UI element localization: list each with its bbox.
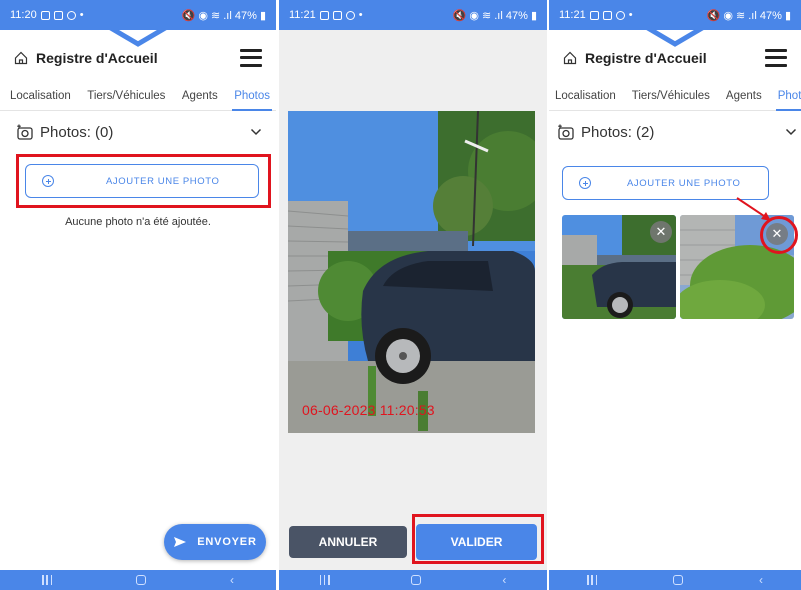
tab-photos[interactable]: Photos: [775, 85, 801, 111]
recents-icon[interactable]: [587, 575, 597, 585]
plus-circle-icon: [579, 177, 591, 189]
hamburger-menu-icon[interactable]: [765, 48, 787, 67]
close-icon[interactable]: ✕: [650, 221, 672, 243]
recents-icon[interactable]: [319, 575, 330, 585]
tab-localisation[interactable]: Localisation: [10, 85, 71, 110]
notification-icon: [589, 10, 599, 20]
notification-icon: [602, 10, 612, 20]
home-icon[interactable]: [14, 51, 28, 65]
dot-icon: •: [358, 9, 363, 21]
app-title: Registre d'Accueil: [585, 49, 707, 66]
status-time: 11:20: [10, 9, 37, 21]
battery-percent: 47%: [759, 9, 782, 22]
add-photo-button[interactable]: AJOUTER UNE PHOTO: [25, 164, 259, 198]
home-nav-icon[interactable]: [673, 575, 683, 585]
chevron-down-icon[interactable]: [785, 128, 797, 136]
photos-count-title: Photos: (2): [581, 123, 655, 141]
car-photo-image: [288, 111, 535, 433]
add-photo-label: AJOUTER UNE PHOTO: [627, 177, 741, 189]
status-battery: 🔇 ◉ ≋ .ıl 47% ▮: [706, 9, 791, 22]
photos-count-title: Photos: (0): [40, 123, 114, 141]
notification-icon: [332, 10, 342, 20]
photos-section-header[interactable]: Photos: (0): [16, 121, 262, 143]
home-icon[interactable]: [563, 51, 577, 65]
tab-bar: Localisation Tiers/Véhicules Agents Phot…: [549, 85, 801, 111]
battery-percent: 47%: [234, 9, 257, 22]
tab-photos[interactable]: Photos: [232, 85, 272, 111]
notification-icon: [319, 10, 329, 20]
app-bar: Registre d'Accueil: [549, 30, 801, 85]
recents-icon[interactable]: [42, 575, 52, 585]
status-time: 11:21: [289, 9, 316, 21]
home-nav-icon[interactable]: [410, 575, 421, 585]
plus-circle-icon: [42, 175, 54, 187]
send-label: ENVOYER: [197, 536, 257, 548]
system-nav-bar: ‹: [279, 570, 547, 590]
system-nav-bar: ‹: [549, 570, 801, 590]
status-bar: 11:21 • 🔇 ◉ ≋ .ıl 47% ▮: [279, 0, 547, 30]
photo-timestamp: 06-06-2023 11:20:53: [302, 402, 435, 418]
hamburger-menu-icon[interactable]: [240, 48, 262, 67]
send-button[interactable]: ENVOYER: [164, 524, 266, 560]
tab-tiers-vehicules[interactable]: Tiers/Véhicules: [632, 85, 710, 110]
notification-icon: [345, 10, 355, 20]
empty-message: Aucune photo n'a été ajoutée.: [65, 216, 211, 228]
status-battery: 🔇 ◉ ≋ .ıl 47% ▮: [452, 9, 537, 22]
status-time: 11:21: [559, 9, 586, 21]
dot-icon: •: [79, 9, 84, 21]
camera-add-icon: [17, 124, 33, 140]
chevron-down-icon[interactable]: [250, 128, 262, 136]
captured-photo: 06-06-2023 11:20:53: [288, 111, 535, 433]
app-bar: Registre d'Accueil: [0, 30, 276, 85]
add-photo-label: AJOUTER UNE PHOTO: [106, 175, 220, 187]
camera-add-icon: [558, 124, 574, 140]
notification-icon: [53, 10, 63, 20]
home-nav-icon[interactable]: [136, 575, 146, 585]
back-icon[interactable]: ‹: [502, 573, 506, 587]
photos-section-header[interactable]: Photos: (2): [557, 121, 797, 143]
photo-thumbnail[interactable]: ✕: [562, 215, 676, 319]
app-title: Registre d'Accueil: [36, 49, 158, 66]
tab-localisation[interactable]: Localisation: [555, 85, 616, 110]
add-photo-button[interactable]: AJOUTER UNE PHOTO: [562, 166, 769, 200]
validate-button[interactable]: VALIDER: [416, 524, 537, 560]
notification-icon: [66, 10, 76, 20]
notification-icon: [40, 10, 50, 20]
tab-agents[interactable]: Agents: [726, 85, 762, 110]
screen-photos-empty: 11:20 • 🔇 ◉ ≋ .ıl 47% ▮ Registre d'Accuei…: [0, 0, 276, 590]
arrow-icon: [736, 197, 771, 221]
screen-photo-preview: 11:21 • 🔇 ◉ ≋ .ıl 47% ▮ 06-06-2023 11:20…: [279, 0, 547, 590]
tab-agents[interactable]: Agents: [182, 85, 218, 110]
battery-percent: 47%: [505, 9, 528, 22]
system-nav-bar: ‹: [0, 570, 276, 590]
back-icon[interactable]: ‹: [230, 573, 234, 587]
notification-icon: [615, 10, 625, 20]
status-battery: 🔇 ◉ ≋ .ıl 47% ▮: [181, 9, 266, 22]
cancel-button[interactable]: ANNULER: [289, 526, 407, 558]
screen-photos-added: 11:21 • 🔇 ◉ ≋ .ıl 47% ▮ Registre d'Accuei…: [549, 0, 801, 590]
dot-icon: •: [628, 9, 633, 21]
send-icon: [174, 537, 187, 547]
back-icon[interactable]: ‹: [759, 573, 763, 587]
tab-tiers-vehicules[interactable]: Tiers/Véhicules: [87, 85, 165, 110]
tab-bar: Localisation Tiers/Véhicules Agents Phot…: [0, 85, 276, 111]
